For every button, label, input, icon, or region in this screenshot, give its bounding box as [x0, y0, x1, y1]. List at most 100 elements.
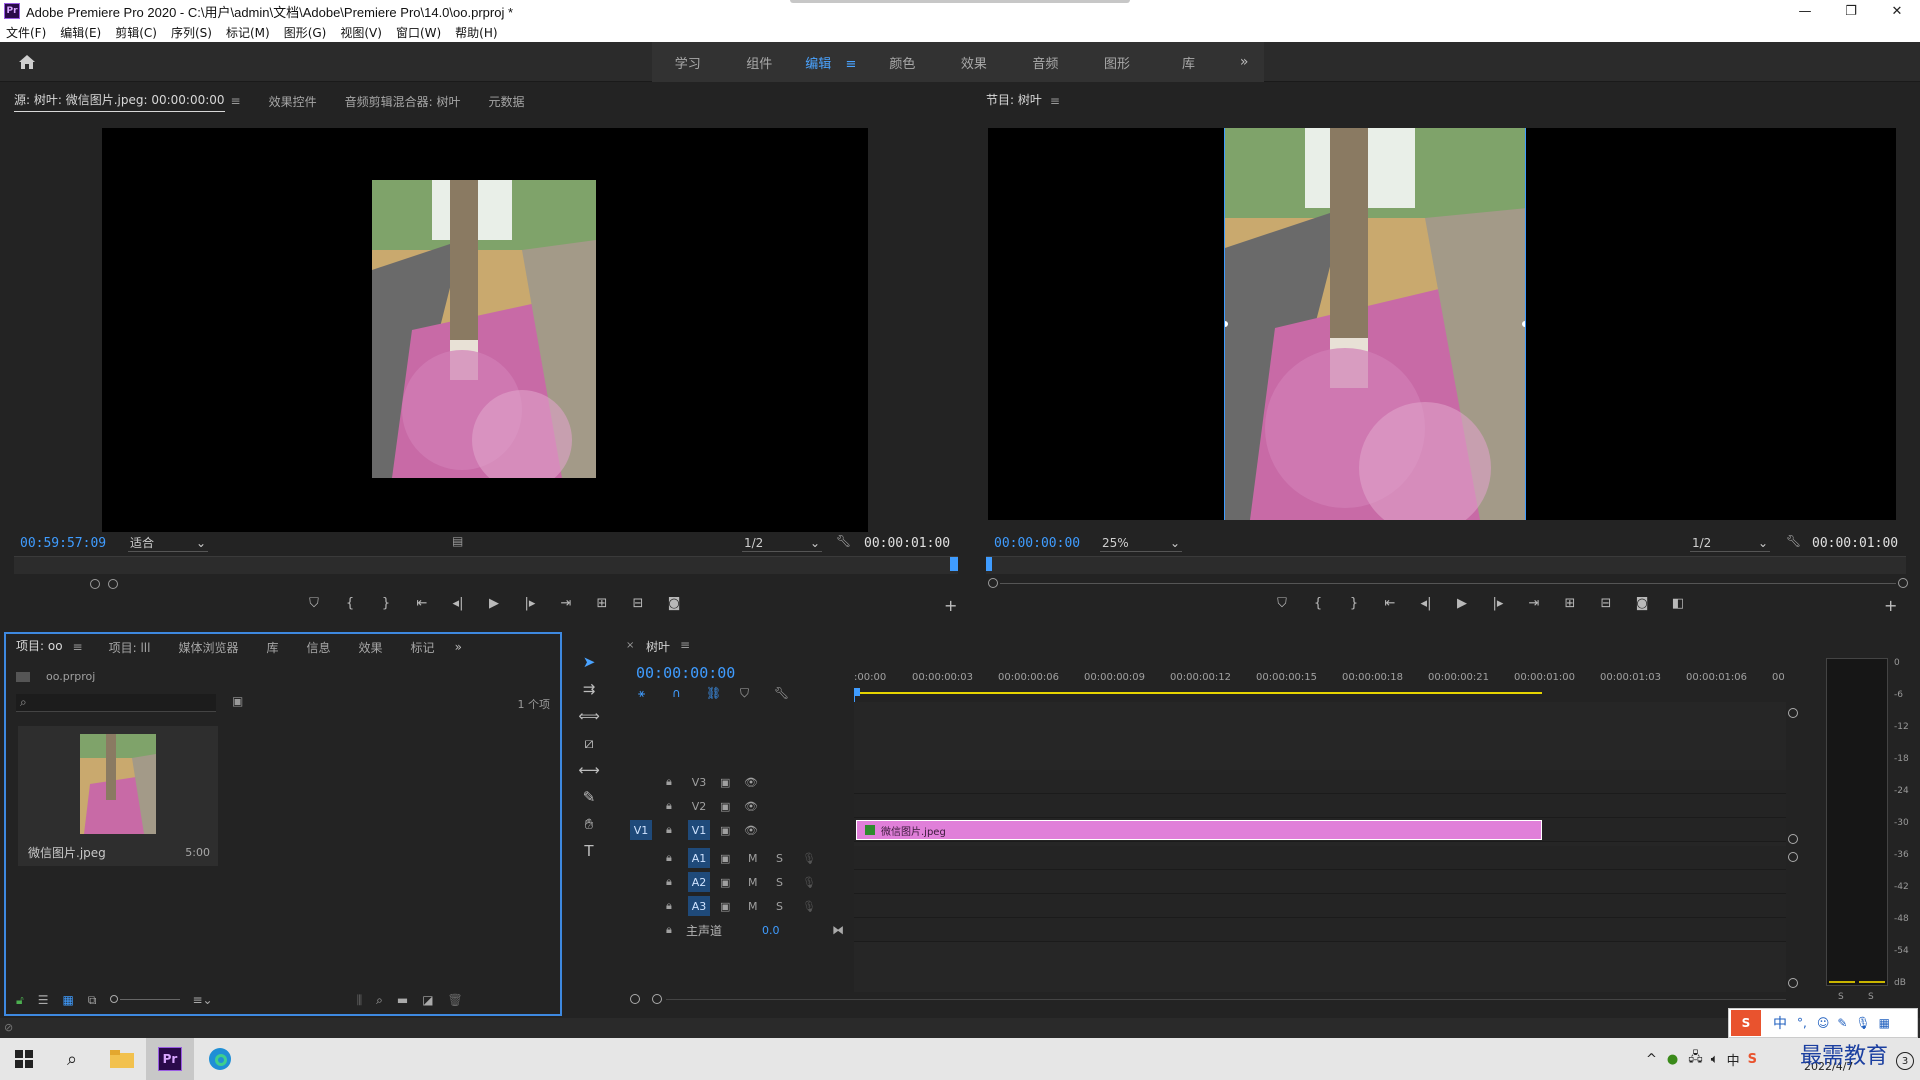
- overwrite-icon[interactable]: ⊟: [620, 596, 656, 611]
- timeline-ruler[interactable]: :00:00 00:00:00:03 00:00:00:06 00:00:00:…: [854, 672, 1786, 694]
- source-viewer[interactable]: [102, 128, 868, 532]
- sync-lock-icon[interactable]: ▣: [720, 824, 730, 837]
- track-lock-icon[interactable]: 🔒︎: [666, 823, 672, 837]
- source-settings-icon[interactable]: ▤: [452, 534, 463, 548]
- minimize-button[interactable]: —: [1782, 0, 1828, 22]
- home-icon[interactable]: [12, 51, 42, 73]
- track-select-tool-icon[interactable]: ⇉: [574, 675, 604, 702]
- mute-button[interactable]: M: [748, 852, 758, 865]
- workspace-menu-icon[interactable]: ≡: [845, 57, 856, 72]
- project-search-input[interactable]: ⌕: [16, 694, 216, 712]
- sort-icons-icon[interactable]: ≡⌄: [192, 993, 212, 1007]
- eye-icon[interactable]: 👁︎: [744, 824, 758, 837]
- timeline-sequence-tab[interactable]: 树叶: [646, 638, 670, 655]
- tab-metadata[interactable]: 元数据: [488, 93, 524, 110]
- edge-browser-icon[interactable]: [196, 1038, 244, 1080]
- menu-window[interactable]: 窗口(W): [396, 24, 441, 41]
- export-frame-icon[interactable]: ◙: [656, 596, 692, 611]
- mark-out-icon[interactable]: }: [1336, 596, 1372, 611]
- mic-icon[interactable]: 🎙︎: [802, 900, 816, 913]
- ripple-edit-tool-icon[interactable]: ⟺: [574, 702, 604, 729]
- mic-icon[interactable]: 🎙︎: [802, 876, 816, 889]
- audio-track-scroll-handle[interactable]: [1788, 978, 1798, 988]
- track-lock-icon[interactable]: 🔒︎: [666, 799, 672, 813]
- track-v3[interactable]: [854, 770, 1786, 794]
- work-area-bar[interactable]: [854, 692, 1542, 694]
- track-lock-icon[interactable]: 🔒︎: [666, 899, 672, 913]
- restore-button[interactable]: ❐: [1828, 0, 1874, 22]
- tab-effects[interactable]: 效果: [359, 639, 383, 656]
- eye-icon[interactable]: 👁︎: [744, 800, 758, 813]
- program-wrench-icon[interactable]: 🔧︎: [1786, 534, 1801, 548]
- source-playhead-timecode[interactable]: 00:59:57:09: [20, 536, 106, 551]
- track-lock-icon[interactable]: 🔒︎: [666, 923, 672, 937]
- export-frame-icon[interactable]: ◙: [1624, 596, 1660, 611]
- snap-icon[interactable]: ∩: [672, 686, 706, 701]
- meter-solo-left[interactable]: S: [1838, 992, 1844, 1002]
- new-item-icon[interactable]: ◪: [422, 993, 433, 1007]
- menu-marker[interactable]: 标记(M): [226, 24, 270, 41]
- new-bin-icon[interactable]: ▬: [397, 993, 408, 1007]
- tab-source[interactable]: 源: 树叶: 微信图片.jpeg: 00:00:00:00: [14, 91, 225, 112]
- solo-button[interactable]: S: [776, 900, 783, 913]
- menu-sequence[interactable]: 序列(S): [171, 24, 212, 41]
- program-resolution-select[interactable]: 1/2 ⌄: [1690, 534, 1770, 552]
- tab-libraries[interactable]: 库: [267, 639, 279, 656]
- menu-view[interactable]: 视图(V): [340, 24, 382, 41]
- step-forward-icon[interactable]: |▸: [512, 596, 548, 611]
- source-zoom-scrollbar[interactable]: [90, 578, 120, 590]
- search-icon[interactable]: ⌕: [48, 1038, 96, 1080]
- program-zoom-scrollbar[interactable]: [988, 578, 1908, 590]
- file-explorer-icon[interactable]: [98, 1038, 146, 1080]
- clear-icon[interactable]: 🗑︎: [448, 993, 463, 1007]
- track-v1[interactable]: 微信图片.jpeg: [854, 818, 1786, 842]
- pen-tool-icon[interactable]: ✎: [574, 783, 604, 810]
- timeline-settings-icon[interactable]: 🔧︎: [774, 686, 808, 701]
- play-icon[interactable]: ▶: [1444, 596, 1480, 611]
- mute-button[interactable]: M: [748, 876, 758, 889]
- menu-clip[interactable]: 剪辑(C): [115, 24, 157, 41]
- insert-icon[interactable]: ⊞: [584, 596, 620, 611]
- sync-lock-icon[interactable]: ▣: [720, 876, 730, 889]
- close-button[interactable]: ✕: [1874, 0, 1920, 22]
- sync-lock-icon[interactable]: ▣: [720, 900, 730, 913]
- timeline-playhead-handle[interactable]: [854, 688, 860, 696]
- tab-program[interactable]: 节目: 树叶: [986, 91, 1042, 111]
- tab-project-lll[interactable]: 项目: lll: [109, 639, 151, 656]
- panel-overflow-icon[interactable]: »: [455, 640, 462, 654]
- audio-track-scroll-handle[interactable]: [1788, 852, 1798, 862]
- add-marker-icon[interactable]: ⛉: [296, 596, 332, 611]
- premiere-taskbar-icon[interactable]: Pr: [146, 1038, 194, 1080]
- timeline-close-icon[interactable]: ×: [626, 640, 634, 651]
- go-to-out-icon[interactable]: ⇥: [548, 596, 584, 611]
- track-lock-icon[interactable]: 🔒︎: [666, 875, 672, 889]
- list-view-icon[interactable]: ☰: [38, 993, 49, 1007]
- workspace-assembly[interactable]: 组件: [724, 53, 796, 72]
- ime-skin-icon[interactable]: ✎: [1837, 1016, 1847, 1030]
- selection-tool-icon[interactable]: ➤: [574, 648, 604, 675]
- track-lock-icon[interactable]: 🔒︎: [666, 851, 672, 865]
- add-marker-icon[interactable]: ⛉: [1264, 596, 1300, 611]
- tab-media-browser[interactable]: 媒体浏览器: [178, 639, 238, 656]
- source-add-button-icon[interactable]: +: [944, 596, 957, 615]
- sync-lock-icon[interactable]: ▣: [720, 800, 730, 813]
- tray-app-icon[interactable]: ●: [1667, 1052, 1678, 1067]
- ime-indicator-icon[interactable]: 中: [1727, 1050, 1740, 1069]
- linked-selection-icon[interactable]: ⛓︎: [706, 686, 740, 701]
- tab-info[interactable]: 信息: [307, 639, 331, 656]
- menu-help[interactable]: 帮助(H): [455, 24, 497, 41]
- type-tool-icon[interactable]: T: [574, 837, 604, 864]
- extract-icon[interactable]: ⊟: [1588, 596, 1624, 611]
- menu-graphics[interactable]: 图形(G): [284, 24, 327, 41]
- source-playhead[interactable]: [950, 557, 958, 571]
- tab-audio-clip-mixer[interactable]: 音频剪辑混合器: 树叶: [345, 93, 461, 110]
- mark-out-icon[interactable]: }: [368, 596, 404, 611]
- menu-edit[interactable]: 编辑(E): [60, 24, 101, 41]
- hand-tool-icon[interactable]: ✋︎: [574, 810, 604, 837]
- ime-emoji-icon[interactable]: ☺: [1817, 1016, 1830, 1030]
- nest-icon[interactable]: ⚹: [638, 686, 672, 701]
- video-track-scroll-handle[interactable]: [1788, 834, 1798, 844]
- tab-effect-controls[interactable]: 效果控件: [269, 93, 317, 110]
- workspace-effects[interactable]: 效果: [938, 53, 1010, 72]
- razor-tool-icon[interactable]: ⧄: [574, 729, 604, 756]
